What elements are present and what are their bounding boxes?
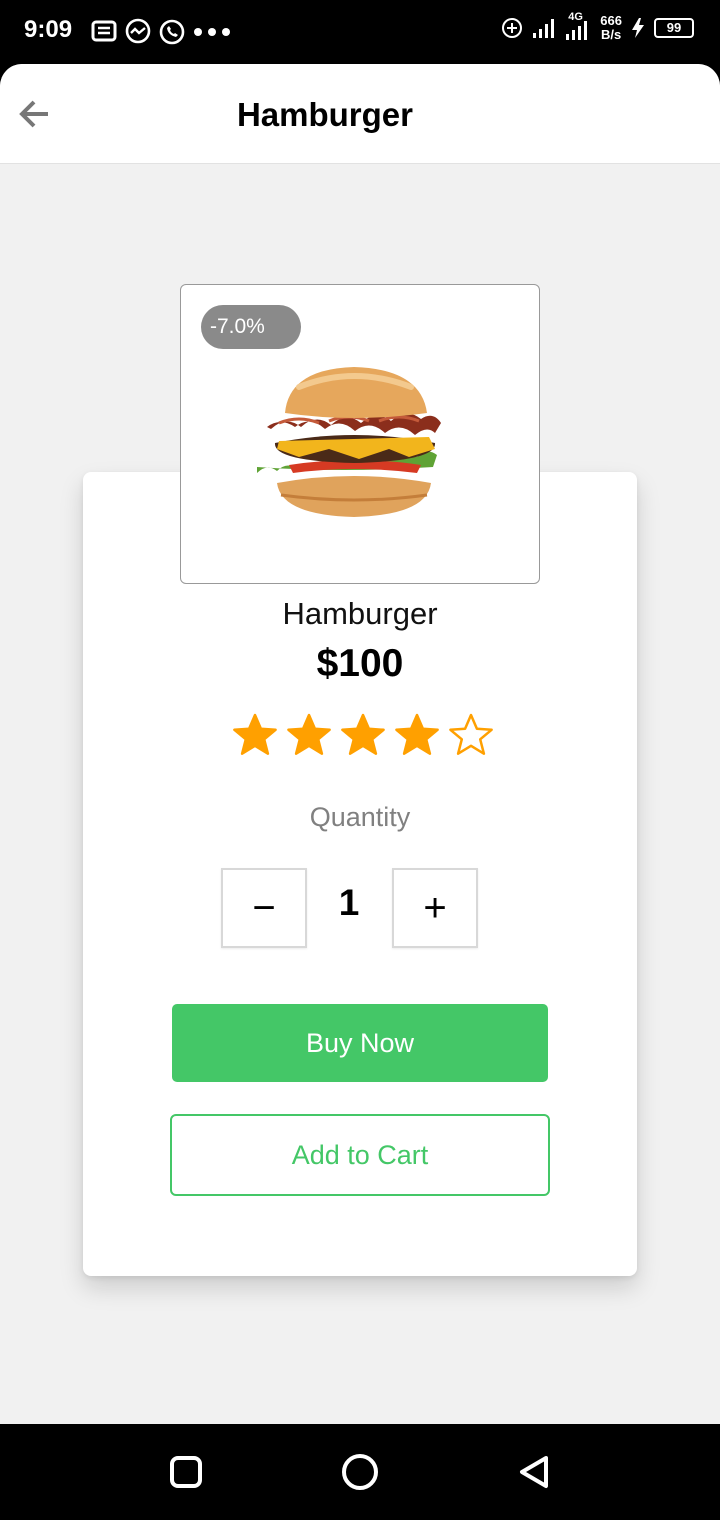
notes-icon [91, 20, 117, 42]
app-bar: Hamburger [0, 64, 720, 164]
charging-icon [632, 18, 644, 38]
status-icons-left [90, 18, 232, 46]
rating-stars[interactable] [232, 712, 494, 758]
signal-icon [533, 19, 555, 38]
discount-badge: -7.0% [201, 305, 301, 349]
quantity-label: Quantity [309, 802, 411, 832]
battery-icon: 99 [654, 18, 694, 38]
increase-quantity-button[interactable]: + [392, 868, 478, 948]
back-triangle-icon[interactable] [512, 1450, 556, 1494]
network-speed-unit: B/s [601, 27, 622, 42]
buy-now-button[interactable]: Buy Now [172, 1004, 548, 1082]
add-circle-icon [502, 18, 523, 38]
star-filled-icon[interactable] [394, 712, 440, 758]
star-filled-icon[interactable] [232, 712, 278, 758]
product-image-box[interactable]: -7.0% [180, 284, 540, 584]
network-speed: 666 B/s [600, 14, 622, 42]
messenger-icon [125, 18, 151, 44]
signal-4g-icon: 4G [564, 11, 592, 41]
system-nav-bar [0, 1424, 720, 1520]
status-bar: 9:09 4G 666 B/s 99 [0, 0, 720, 64]
decrease-quantity-button[interactable]: − [221, 868, 307, 948]
app-screen: Hamburger -7.0% Hamburger $100 Quantity … [0, 64, 720, 1424]
network-speed-value: 666 [600, 13, 622, 28]
status-icons-right: 4G 666 B/s 99 [500, 11, 694, 42]
home-circle-icon[interactable] [338, 1450, 382, 1494]
star-filled-icon[interactable] [286, 712, 332, 758]
recents-square-icon[interactable] [164, 1450, 208, 1494]
star-filled-icon[interactable] [340, 712, 386, 758]
quantity-value: 1 [338, 882, 360, 923]
product-price: $100 [316, 642, 404, 685]
hamburger-image [249, 365, 459, 530]
add-to-cart-button[interactable]: Add to Cart [170, 1114, 550, 1196]
star-outline-icon[interactable] [448, 712, 494, 758]
more-dots-icon [194, 28, 230, 36]
whatsapp-icon [159, 19, 185, 45]
page-title: Hamburger [236, 96, 414, 133]
product-name: Hamburger [282, 596, 438, 631]
minus-icon: − [252, 885, 276, 930]
status-time: 9:09 [24, 16, 73, 43]
plus-icon: + [423, 885, 447, 930]
